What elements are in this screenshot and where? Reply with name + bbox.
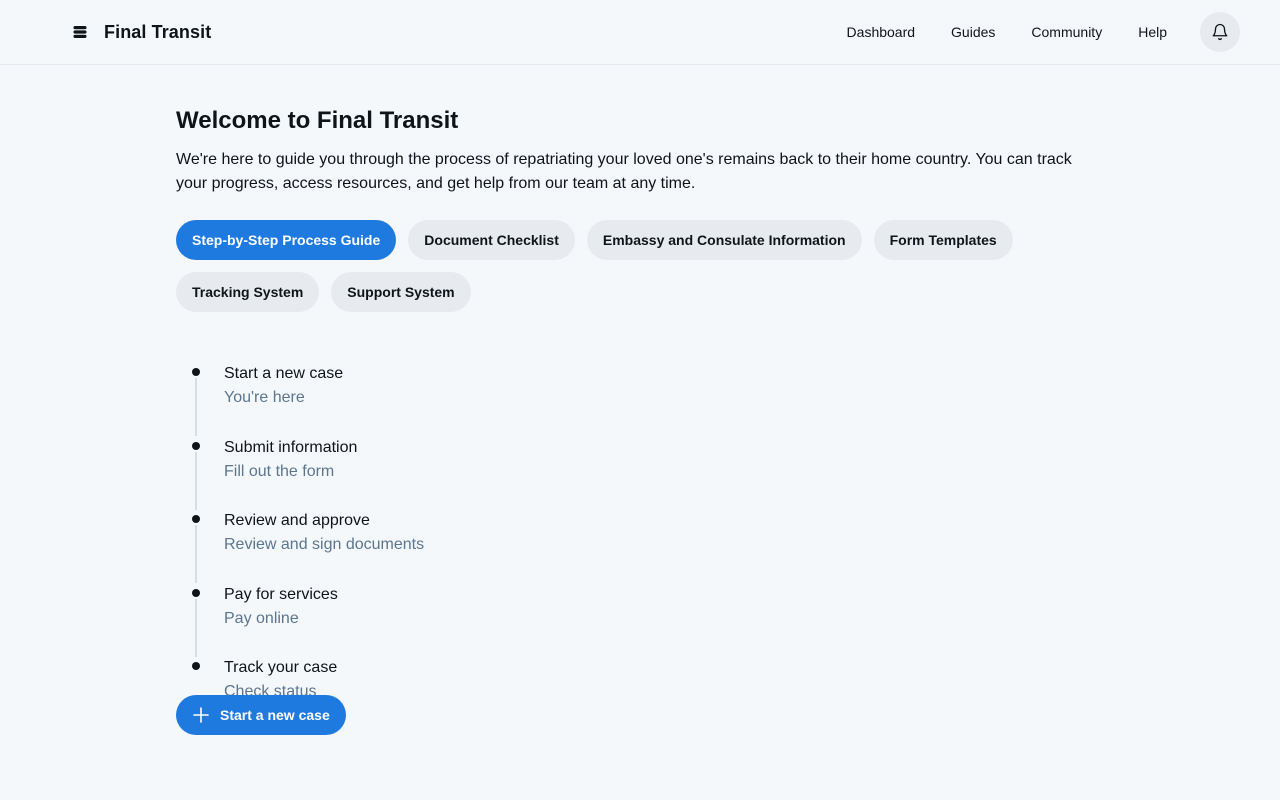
step-title: Submit information <box>224 438 358 456</box>
nav-help[interactable]: Help <box>1138 24 1167 40</box>
plus-icon <box>192 706 210 724</box>
nav-community[interactable]: Community <box>1031 24 1102 40</box>
section-tabs: Step-by-Step Process Guide Document Chec… <box>176 220 1076 324</box>
page-title: Welcome to Final Transit <box>176 107 459 134</box>
brand-name: Final Transit <box>104 21 212 42</box>
process-steps: Start a new case You're here Submit info… <box>176 362 776 730</box>
step-connector <box>195 598 197 657</box>
step-subtitle: Review and sign documents <box>224 536 425 553</box>
step-item: Review and approve Review and sign docum… <box>192 509 776 583</box>
step-dot <box>192 441 200 450</box>
start-new-case-label: Start a new case <box>220 707 330 723</box>
tab-step-by-step-guide[interactable]: Step-by-Step Process Guide <box>176 220 397 260</box>
step-dot <box>192 662 200 670</box>
bell-icon <box>1211 23 1229 41</box>
step-title: Track your case <box>224 659 338 676</box>
tab-embassy-consulate-info[interactable]: Embassy and Consulate Information <box>586 220 862 260</box>
notifications-button[interactable] <box>1200 12 1240 52</box>
nav-guides[interactable]: Guides <box>951 24 995 40</box>
step-title: Start a new case <box>224 365 344 382</box>
tab-tracking-system[interactable]: Tracking System <box>176 272 320 312</box>
step-item: Start a new case You're here <box>192 362 776 436</box>
tab-support-system[interactable]: Support System <box>331 272 471 312</box>
tab-form-templates[interactable]: Form Templates <box>873 220 1013 260</box>
step-subtitle: Fill out the form <box>224 462 335 480</box>
step-connector <box>195 525 197 583</box>
main-content: Welcome to Final Transit We're here to g… <box>176 106 1096 324</box>
step-item: Submit information Fill out the form <box>192 436 776 510</box>
step-dot <box>192 515 200 523</box>
step-connector <box>195 451 197 510</box>
brand[interactable]: Final Transit <box>72 20 211 44</box>
top-navbar: Final Transit Dashboard Guides Community… <box>0 0 1280 65</box>
step-connector <box>195 378 197 436</box>
logo-icon <box>72 24 88 40</box>
step-title: Review and approve <box>224 512 370 529</box>
start-new-case-button[interactable]: Start a new case <box>176 695 346 735</box>
step-title: Pay for services <box>224 585 338 603</box>
intro-text: We're here to guide you through the proc… <box>176 151 1072 192</box>
tab-document-checklist[interactable]: Document Checklist <box>408 220 575 260</box>
step-dot <box>192 588 200 597</box>
step-dot <box>192 368 200 376</box>
step-item: Pay for services Pay online <box>192 583 776 657</box>
main-nav: Dashboard Guides Community Help <box>847 12 1240 52</box>
step-subtitle: You're here <box>224 389 305 406</box>
step-subtitle: Pay online <box>224 609 299 627</box>
nav-dashboard[interactable]: Dashboard <box>847 24 916 40</box>
